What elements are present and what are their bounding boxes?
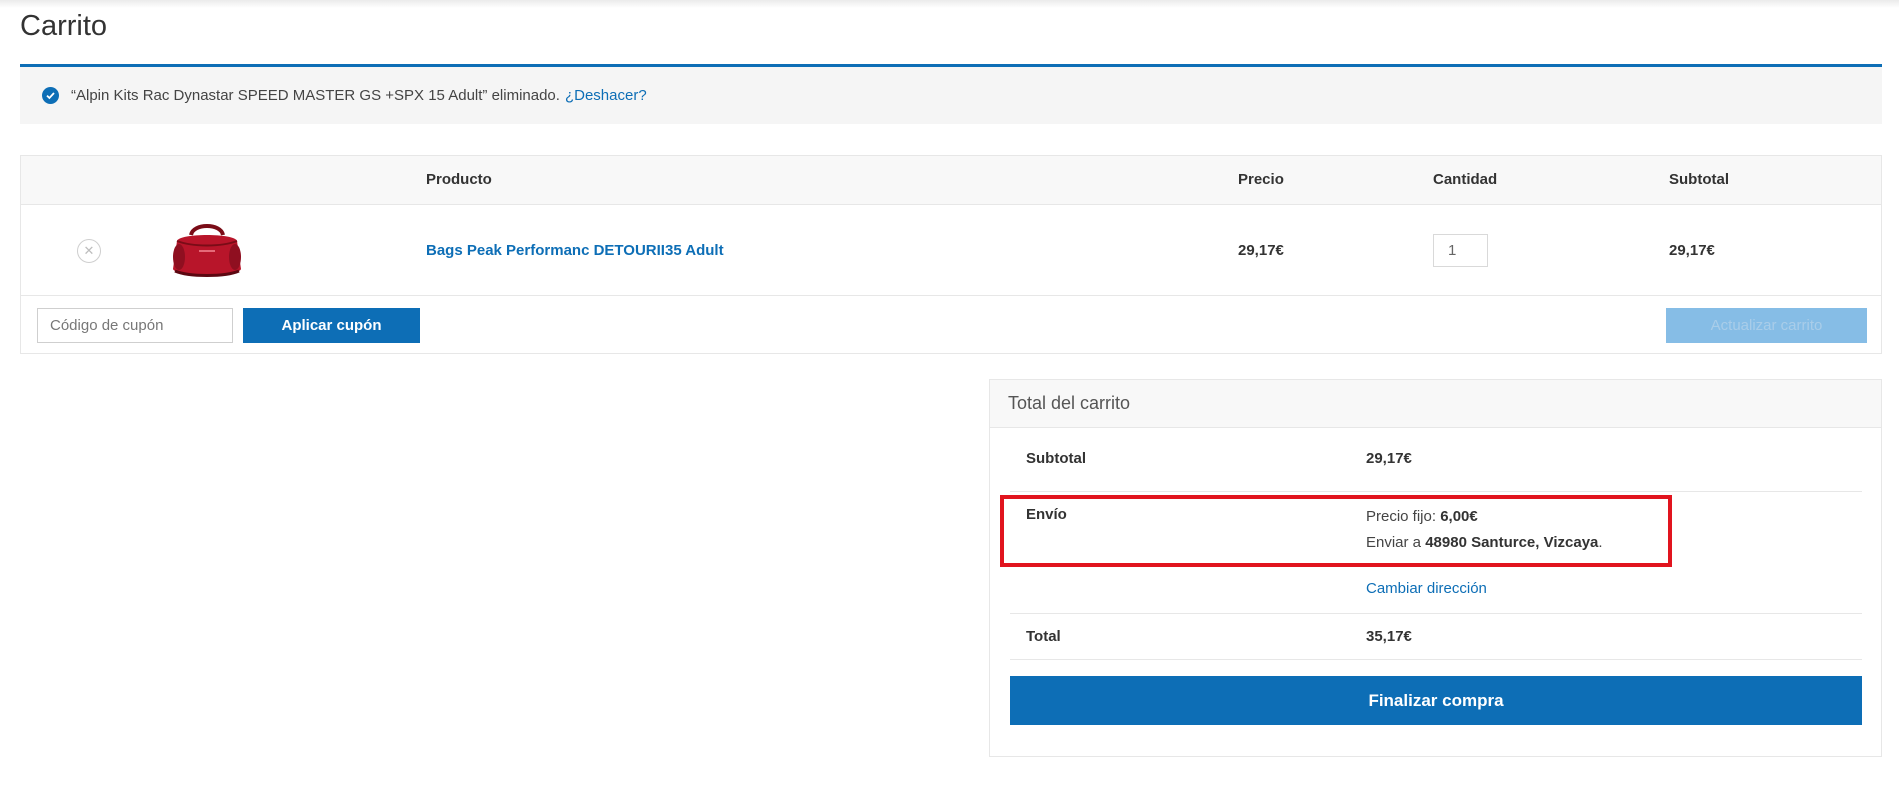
- undo-link[interactable]: ¿Deshacer?: [565, 87, 647, 104]
- remove-item-button[interactable]: ✕: [77, 239, 101, 263]
- subtotal-row: Subtotal 29,17€: [1010, 428, 1862, 492]
- item-subtotal: 29,17€: [1669, 242, 1715, 259]
- header-subtotal: Subtotal: [1669, 171, 1729, 188]
- change-address-link[interactable]: Cambiar dirección: [1366, 580, 1487, 597]
- item-price: 29,17€: [1238, 242, 1284, 259]
- top-shadow: [0, 0, 1899, 8]
- cart-table: Producto Precio Cantidad Subtotal ✕ Bags…: [20, 155, 1882, 354]
- total-label: Total: [1026, 628, 1061, 645]
- cart-table-header: Producto Precio Cantidad Subtotal: [21, 156, 1881, 205]
- ship-to-address: 48980 Santurce, Vizcaya: [1425, 534, 1599, 551]
- checkout-button[interactable]: Finalizar compra: [1010, 676, 1862, 725]
- red-duffel-bag-icon[interactable]: [169, 221, 245, 279]
- shipping-method: Precio fijo: 6,00€: [1366, 508, 1478, 525]
- close-icon: ✕: [83, 243, 95, 258]
- page-title: Carrito: [20, 10, 108, 42]
- header-quantity: Cantidad: [1433, 171, 1498, 188]
- total-row: Total 35,17€: [1010, 614, 1862, 660]
- shipping-row: Envío Precio fijo: 6,00€ Enviar a 48980 …: [1010, 492, 1862, 614]
- shipping-method-label: Precio fijo:: [1366, 508, 1437, 525]
- shipping-method-value: 6,00€: [1440, 508, 1478, 525]
- subtotal-value: 29,17€: [1366, 450, 1412, 467]
- total-value: 35,17€: [1366, 628, 1412, 645]
- header-product: Producto: [426, 171, 492, 188]
- apply-coupon-button[interactable]: Aplicar cupón: [243, 308, 420, 343]
- coupon-code-input[interactable]: [37, 308, 233, 343]
- table-row: ✕ Bags Peak Performanc DETOURII35 Adult …: [21, 205, 1881, 296]
- check-circle-icon: [42, 87, 59, 104]
- header-price: Precio: [1238, 171, 1284, 188]
- subtotal-label: Subtotal: [1026, 450, 1086, 467]
- quantity-input[interactable]: [1433, 234, 1488, 267]
- product-link[interactable]: Bags Peak Performanc DETOURII35 Adult: [426, 242, 724, 259]
- removed-item-notice: “Alpin Kits Rac Dynastar SPEED MASTER GS…: [20, 67, 1882, 124]
- cart-totals: Total del carrito Subtotal 29,17€ Envío …: [989, 379, 1882, 757]
- update-cart-button[interactable]: Actualizar carrito: [1666, 308, 1867, 343]
- ship-to: Enviar a 48980 Santurce, Vizcaya.: [1366, 534, 1603, 551]
- ship-to-suffix: .: [1598, 534, 1603, 551]
- notice-message: “Alpin Kits Rac Dynastar SPEED MASTER GS…: [71, 87, 560, 104]
- cart-totals-heading: Total del carrito: [990, 380, 1881, 428]
- ship-to-label: Enviar a: [1366, 534, 1422, 551]
- shipping-label: Envío: [1026, 506, 1067, 523]
